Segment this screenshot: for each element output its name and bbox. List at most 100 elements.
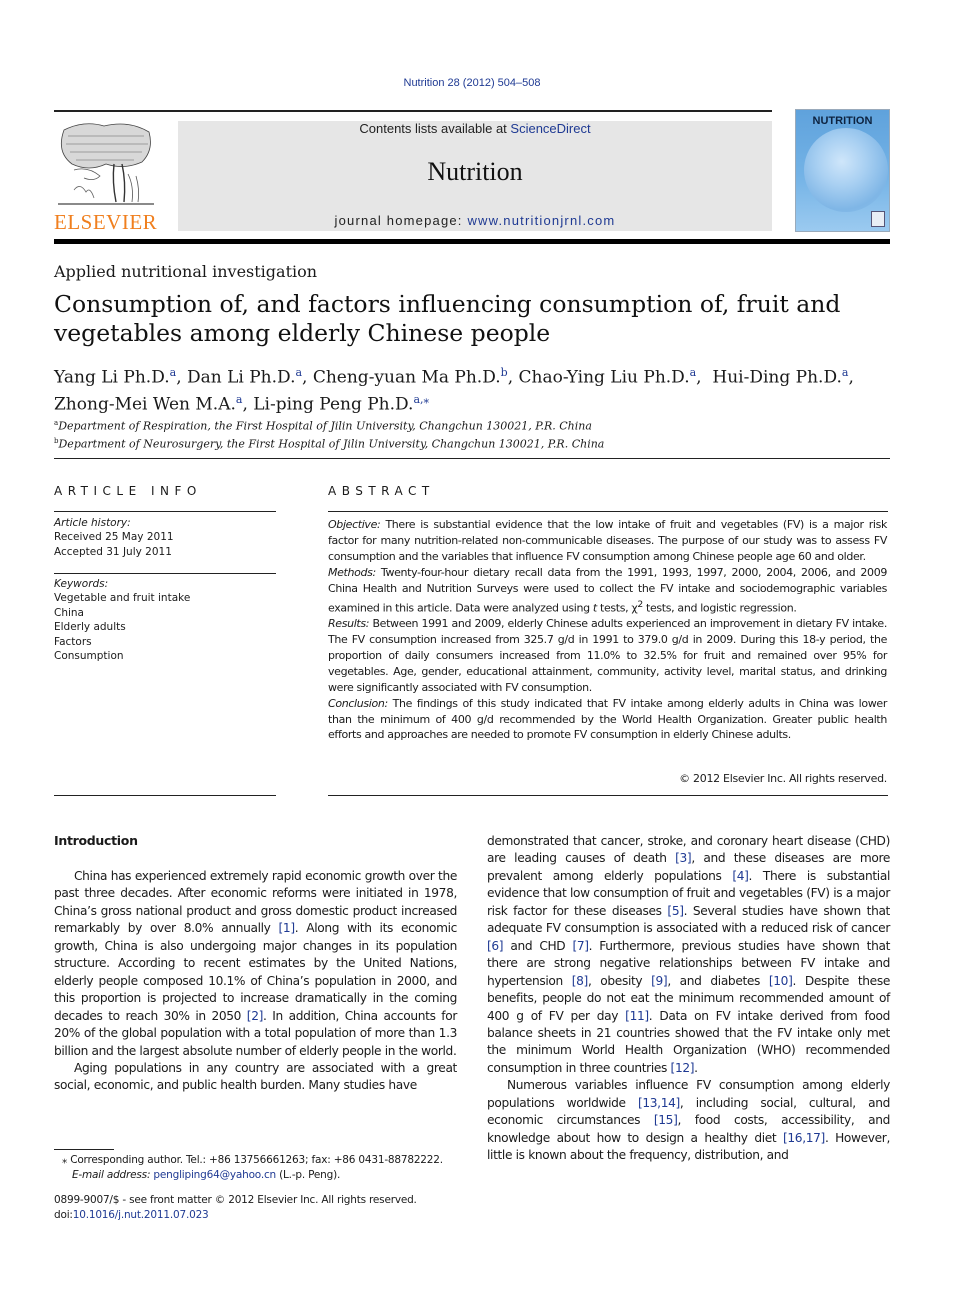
body-text: . Along with its economic growth, China … bbox=[54, 921, 457, 1023]
body-text: , obesity bbox=[587, 973, 652, 988]
section-text: Between 1991 and 2009, elderly Chinese a… bbox=[328, 617, 887, 694]
section-label: Results: bbox=[328, 617, 370, 631]
homepage-line: journal homepage: www.nutritionjrnl.com bbox=[178, 213, 772, 228]
keyword: China bbox=[54, 606, 84, 619]
reference-link[interactable]: [9] bbox=[651, 974, 668, 988]
reference-link[interactable]: [8] bbox=[572, 974, 589, 988]
journal-cover-thumbnail[interactable]: NUTRITION bbox=[796, 110, 889, 231]
section-label: Methods: bbox=[328, 565, 376, 579]
body-paragraph: Numerous variables influence FV consumpt… bbox=[487, 1077, 890, 1164]
keyword: Vegetable and fruit intake bbox=[54, 592, 191, 605]
globe-icon bbox=[804, 128, 888, 212]
doi-link[interactable]: 10.1016/j.nut.2011.07.023 bbox=[73, 1209, 209, 1221]
doi-label: doi: bbox=[54, 1209, 73, 1221]
reference-link[interactable]: [1] bbox=[279, 921, 296, 935]
journal-homepage-link[interactable]: www.nutritionjrnl.com bbox=[467, 213, 615, 228]
section-text: tests, and logistic regression. bbox=[642, 601, 797, 615]
reference-link[interactable]: [6] bbox=[487, 939, 504, 953]
divider bbox=[328, 795, 888, 796]
affiliation-link[interactable]: a bbox=[236, 393, 243, 406]
corresponding-author-link[interactable]: a,⁎ bbox=[413, 393, 429, 406]
author[interactable]: Dan Li Ph.D. bbox=[187, 368, 295, 388]
issn-line: 0899-9007/$ - see front matter © 2012 El… bbox=[54, 1194, 417, 1206]
tree-icon bbox=[58, 123, 154, 205]
keywords: Keywords: Vegetable and fruit intake Chi… bbox=[54, 577, 190, 663]
reference-link[interactable]: [4] bbox=[732, 869, 749, 883]
journal-citation-link[interactable]: Nutrition 28 (2012) 504–508 bbox=[0, 77, 944, 89]
contents-line: Contents lists available at ScienceDirec… bbox=[178, 121, 772, 136]
homepage-prefix: journal homepage: bbox=[334, 213, 468, 228]
body-text: and CHD bbox=[503, 938, 573, 953]
affiliation-link[interactable]: a bbox=[690, 366, 697, 379]
contents-prefix: Contents lists available at bbox=[359, 121, 511, 136]
divider bbox=[54, 511, 276, 512]
keyword: Elderly adults bbox=[54, 621, 126, 634]
affiliation-link[interactable]: a bbox=[170, 366, 177, 379]
reference-link[interactable]: [7] bbox=[572, 939, 589, 953]
title-rule bbox=[54, 458, 890, 459]
accepted-date: Accepted 31 July 2011 bbox=[54, 545, 172, 558]
article-history: Article history: Received 25 May 2011 Ac… bbox=[54, 516, 174, 559]
elsevier-badge-icon bbox=[871, 211, 885, 227]
reference-link[interactable]: [10] bbox=[769, 974, 793, 988]
body-text: , and diabetes bbox=[667, 973, 769, 988]
elsevier-wordmark: ELSEVIER bbox=[54, 210, 158, 234]
header-rule bbox=[54, 110, 772, 112]
reference-link[interactable]: [13,14] bbox=[638, 1096, 680, 1110]
article-info-heading: ARTICLE INFO bbox=[54, 484, 202, 498]
cover-title: NUTRITION bbox=[812, 115, 873, 127]
body-text: . bbox=[694, 1060, 698, 1075]
email-link[interactable]: pengliping64@yahoo.cn bbox=[153, 1169, 276, 1181]
footnote-text: Corresponding author. Tel.: +86 13756661… bbox=[67, 1154, 443, 1166]
corresponding-author-footnote: ⁎ Corresponding author. Tel.: +86 137566… bbox=[62, 1153, 443, 1183]
section-label: Objective: bbox=[328, 518, 381, 531]
reference-link[interactable]: [15] bbox=[654, 1113, 678, 1127]
journal-banner: Contents lists available at ScienceDirec… bbox=[178, 121, 772, 231]
author[interactable]: Zhong-Mei Wen M.A. bbox=[54, 394, 236, 414]
body-column-left: China has experienced extremely rapid ec… bbox=[54, 868, 457, 1095]
section-type: Applied nutritional investigation bbox=[54, 262, 318, 281]
sciencedirect-link[interactable]: ScienceDirect bbox=[510, 121, 590, 136]
affiliation-link[interactable]: a bbox=[295, 366, 302, 379]
affiliation: aDepartment of Respiration, the First Ho… bbox=[54, 416, 604, 434]
abstract-methods: Methods: Twenty-four-hour dietary recall… bbox=[328, 565, 887, 616]
section-label: Conclusion: bbox=[328, 696, 388, 710]
reference-link[interactable]: [5] bbox=[667, 904, 684, 918]
journal-name: Nutrition bbox=[427, 157, 523, 186]
author[interactable]: Cheng-yuan Ma Ph.D. bbox=[313, 368, 501, 388]
abstract-conclusion: Conclusion: The findings of this study i… bbox=[328, 696, 887, 744]
author[interactable]: Chao-Ying Liu Ph.D. bbox=[519, 368, 690, 388]
divider bbox=[54, 795, 276, 796]
keyword: Factors bbox=[54, 635, 92, 648]
front-matter: 0899-9007/$ - see front matter © 2012 El… bbox=[54, 1193, 417, 1223]
author[interactable]: Hui-Ding Ph.D. bbox=[712, 368, 841, 388]
abstract-body: Objective: There is substantial evidence… bbox=[328, 517, 887, 743]
divider bbox=[328, 511, 888, 512]
reference-link[interactable]: [16,17] bbox=[783, 1131, 825, 1145]
reference-link[interactable]: [12] bbox=[671, 1061, 695, 1075]
author[interactable]: Yang Li Ph.D. bbox=[54, 368, 170, 388]
reference-link[interactable]: [2] bbox=[247, 1009, 264, 1023]
keyword: Consumption bbox=[54, 650, 124, 663]
affiliations: aDepartment of Respiration, the First Ho… bbox=[54, 416, 604, 451]
body-paragraph: demonstrated that cancer, stroke, and co… bbox=[487, 833, 890, 1077]
abstract-heading: ABSTRACT bbox=[328, 484, 435, 498]
affiliation-link[interactable]: a bbox=[842, 366, 849, 379]
reference-link[interactable]: [11] bbox=[625, 1009, 649, 1023]
body-text: Aging populations in any country are ass… bbox=[54, 1060, 457, 1093]
email-label: E-mail address: bbox=[72, 1169, 151, 1181]
paper-title: Consumption of, and factors influencing … bbox=[54, 290, 841, 347]
affiliation-text: Department of Respiration, the First Hos… bbox=[58, 419, 592, 433]
author[interactable]: Li-ping Peng Ph.D. bbox=[253, 394, 413, 414]
affiliation-text: Department of Neurosurgery, the First Ho… bbox=[58, 437, 605, 451]
affiliation: bDepartment of Neurosurgery, the First H… bbox=[54, 434, 604, 452]
section-text: There is substantial evidence that the l… bbox=[328, 518, 887, 563]
divider bbox=[54, 573, 276, 574]
section-text: The findings of this study indicated tha… bbox=[328, 696, 887, 742]
received-date: Received 25 May 2011 bbox=[54, 531, 174, 544]
reference-link[interactable]: [3] bbox=[675, 851, 692, 865]
introduction-heading: Introduction bbox=[54, 833, 138, 848]
affiliation-link[interactable]: b bbox=[501, 366, 508, 379]
elsevier-logo[interactable]: ELSEVIER bbox=[54, 120, 158, 235]
abstract-objective: Objective: There is substantial evidence… bbox=[328, 517, 887, 565]
